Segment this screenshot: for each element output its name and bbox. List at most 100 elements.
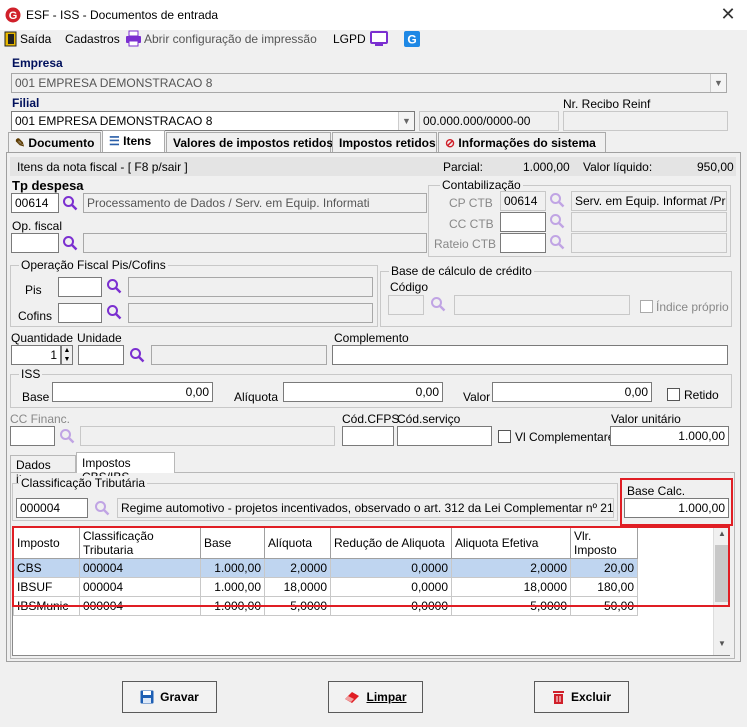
parcial-value: 1.000,00 (523, 160, 570, 174)
iss-base-field[interactable]: 0,00 (52, 382, 213, 402)
menu-saida[interactable]: Saída (20, 32, 51, 46)
recibo-field[interactable] (563, 111, 728, 131)
filial-select[interactable]: 001 EMPRESA DEMONSTRACAO 8 ▼ (11, 111, 415, 131)
search-icon[interactable] (106, 304, 122, 320)
chevron-down-icon[interactable]: ▼ (710, 74, 726, 92)
complemento-field[interactable] (332, 345, 728, 365)
scroll-down-icon[interactable]: ▼ (714, 639, 730, 653)
classificacao-code[interactable]: 000004 (16, 498, 88, 518)
valor-unitario-field[interactable]: 1.000,00 (610, 426, 729, 446)
subtab-impostos-cbs-ibs[interactable]: Impostos CBS/IBS (76, 452, 175, 484)
empresa-select[interactable]: 001 EMPRESA DEMONSTRACAO 8 ▼ (11, 73, 727, 93)
excluir-button[interactable]: Excluir (534, 681, 629, 713)
cc-financ-label: CC Financ. (10, 412, 71, 426)
quantidade-label: Quantidade (11, 331, 74, 345)
unidade-field[interactable] (78, 345, 124, 365)
cofins-desc (128, 303, 373, 323)
search-icon[interactable] (549, 213, 565, 229)
exit-door-icon[interactable] (4, 31, 18, 47)
menu-cadastros[interactable]: Cadastros (65, 32, 120, 46)
indice-proprio-checkbox[interactable] (640, 300, 653, 313)
liquido-value: 950,00 (697, 160, 734, 174)
valor-unitario-label: Valor unitário (611, 412, 681, 426)
search-icon[interactable] (106, 278, 122, 294)
app-g-icon[interactable]: G (404, 31, 420, 47)
retido-checkbox[interactable] (667, 388, 680, 401)
close-icon[interactable]: ✕ (718, 4, 738, 25)
limpar-button[interactable]: Limpar (328, 681, 423, 713)
printer-icon[interactable] (125, 30, 142, 47)
codigo-field[interactable] (388, 295, 424, 315)
eraser-icon (345, 692, 360, 703)
search-icon[interactable] (549, 192, 565, 208)
cofins-field[interactable] (58, 303, 102, 323)
window-title: ESF - ISS - Documentos de entrada (26, 8, 219, 22)
grid-highlight (12, 526, 730, 607)
cc-ctb-desc (571, 212, 727, 232)
rateio-ctb-desc (571, 233, 727, 253)
search-icon[interactable] (62, 235, 78, 251)
pis-field[interactable] (58, 277, 102, 297)
svg-text:G: G (9, 10, 18, 22)
base-calc-label: Base Calc. (627, 484, 686, 498)
tab-label: Informações do sistema (458, 136, 596, 150)
tab-impostos-retidos[interactable]: Impostos retidos (332, 132, 437, 152)
search-icon[interactable] (430, 296, 446, 312)
gravar-label: Gravar (160, 690, 199, 704)
chevron-down-icon[interactable]: ▼ (398, 112, 414, 130)
gear-stripe-icon: ⊘ (445, 136, 456, 150)
trash-icon (552, 690, 564, 704)
gravar-button[interactable]: Gravar (122, 681, 217, 713)
cp-ctb-label: CP CTB (449, 196, 493, 210)
limpar-label: Limpar (366, 690, 407, 704)
tab-itens[interactable]: ☰ Itens (102, 130, 165, 152)
cc-financ-field[interactable] (10, 426, 55, 446)
menu-print-config[interactable]: Abrir configuração de impressão (144, 32, 317, 46)
search-icon[interactable] (62, 195, 78, 211)
search-icon[interactable] (129, 347, 145, 363)
menu-lgpd[interactable]: LGPD (333, 32, 366, 46)
base-calc-field[interactable]: 1.000,00 (624, 498, 729, 518)
op-fiscal-field[interactable] (11, 233, 59, 253)
filial-cnpj-field: 00.000.000/0000-00 (419, 111, 559, 131)
vl-complementares-checkbox[interactable] (498, 430, 511, 443)
tab-valores-retidos[interactable]: Valores de impostos retidos (166, 132, 333, 152)
quantidade-field[interactable]: 1 (11, 345, 61, 365)
retido-label: Retido (684, 388, 719, 402)
tab-label: Documento (28, 136, 95, 150)
rateio-ctb-field[interactable] (500, 233, 546, 253)
cod-servico-field[interactable] (397, 426, 492, 446)
pis-label: Pis (25, 283, 42, 297)
cc-ctb-label: CC CTB (449, 217, 494, 231)
search-icon[interactable] (59, 428, 75, 444)
quantidade-spinner[interactable]: ▲ ▼ (61, 345, 73, 365)
app-logo-icon: G (5, 7, 21, 23)
monitor-icon[interactable] (370, 31, 388, 47)
unidade-label: Unidade (77, 331, 122, 345)
base-credito-title: Base de cálculo de crédito (389, 264, 534, 278)
filial-label: Filial (12, 96, 40, 110)
unidade-desc (151, 345, 327, 365)
tab-documento[interactable]: ✎ Documento (8, 132, 101, 152)
list-icon: ☰ (109, 134, 120, 148)
subtab-dados-item[interactable]: Dados item (10, 455, 76, 486)
iss-aliquota-field[interactable]: 0,00 (283, 382, 443, 402)
tp-despesa-code[interactable]: 00614 (11, 193, 59, 213)
cc-financ-desc (80, 426, 335, 446)
tab-informacoes-sistema[interactable]: ⊘ Informações do sistema (438, 132, 606, 152)
tp-despesa-label: Tp despesa (12, 178, 84, 193)
cp-ctb-desc: Serv. em Equip. Informat /Proc. (571, 191, 727, 211)
vl-complementares-label: Vl Complementares (515, 430, 621, 444)
codigo-desc (454, 295, 630, 315)
cod-servico-label: Cód.serviço (397, 412, 461, 426)
edit-doc-icon: ✎ (15, 136, 26, 150)
search-icon[interactable] (94, 500, 110, 516)
iss-base-label: Base (22, 390, 50, 404)
liquido-label: Valor líquido: (583, 160, 653, 174)
excluir-label: Excluir (570, 690, 612, 704)
cp-ctb-code[interactable]: 00614 (500, 191, 546, 211)
search-icon[interactable] (549, 234, 565, 250)
cc-ctb-field[interactable] (500, 212, 546, 232)
iss-valor-field[interactable]: 0,00 (492, 382, 652, 402)
cod-cfps-field[interactable] (342, 426, 394, 446)
